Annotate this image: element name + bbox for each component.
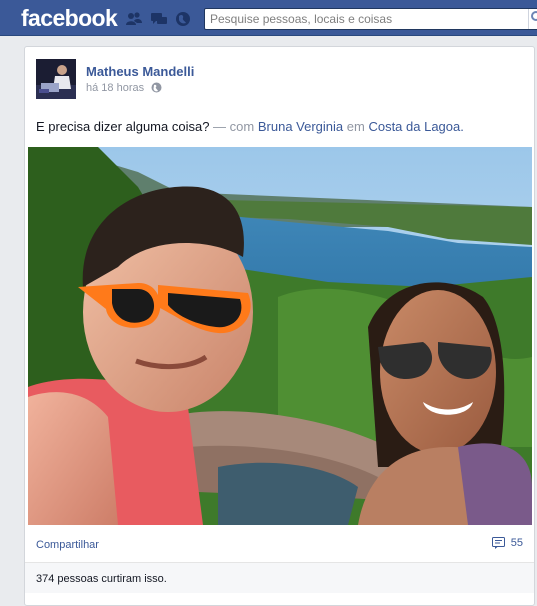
post-card: Matheus Mandelli há 18 horas E precisa d… — [24, 46, 535, 606]
search-box — [204, 8, 537, 30]
post-photo[interactable] — [28, 147, 532, 525]
comment-icon — [491, 537, 505, 549]
post-meta: há 18 horas — [86, 82, 162, 96]
notifications-icon[interactable] — [174, 11, 192, 27]
comment-count: 55 — [510, 537, 523, 549]
author-avatar[interactable] — [36, 59, 76, 99]
tagged-person-link[interactable]: Bruna Verginia — [258, 119, 343, 134]
messages-icon[interactable] — [150, 11, 168, 27]
facebook-logo[interactable]: facebook — [21, 5, 118, 32]
with-separator: — — [213, 119, 227, 134]
author-name[interactable]: Matheus Mandelli — [86, 64, 194, 79]
post-text: E precisa dizer alguma coisa? — com Brun… — [36, 119, 464, 134]
likes-summary: 374 pessoas curtiram isso. — [25, 563, 534, 593]
post-timestamp[interactable]: há 18 horas — [86, 82, 144, 94]
likes-count-text[interactable]: 374 pessoas curtiram isso. — [36, 573, 167, 585]
search-icon — [531, 11, 537, 21]
search-input[interactable] — [205, 9, 528, 29]
post-actions: Compartilhar 55 — [25, 525, 534, 563]
globe-icon[interactable] — [151, 82, 162, 96]
friend-requests-icon[interactable] — [125, 11, 143, 27]
share-link[interactable]: Compartilhar — [36, 539, 99, 551]
status-message: E precisa dizer alguma coisa? — [36, 119, 210, 134]
top-bar: facebook — [0, 0, 537, 36]
search-button[interactable] — [528, 9, 537, 29]
comment-count-button[interactable]: 55 — [491, 537, 523, 549]
location-preposition: em — [346, 119, 365, 134]
with-label: com — [229, 119, 255, 134]
location-link[interactable]: Costa da Lagoa. — [368, 119, 463, 134]
